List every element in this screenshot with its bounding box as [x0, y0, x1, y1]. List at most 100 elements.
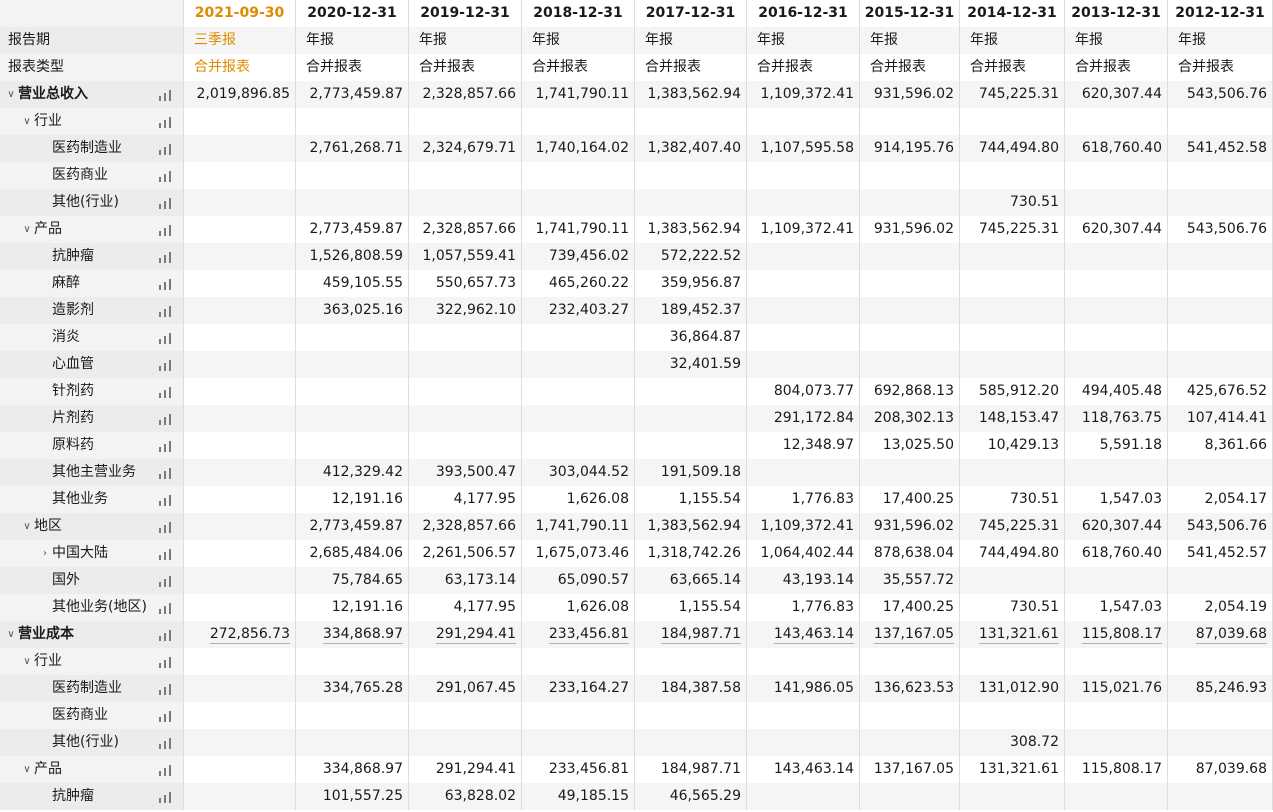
data-cell[interactable]: 合并报表 — [860, 54, 960, 81]
bar-chart-icon[interactable] — [158, 251, 174, 263]
data-cell[interactable]: 2,773,459.87 — [296, 216, 409, 243]
data-cell[interactable] — [860, 243, 960, 270]
data-cell[interactable]: 49,185.15 — [522, 783, 635, 810]
data-cell[interactable] — [296, 729, 409, 756]
data-cell[interactable]: 85,246.93 — [1168, 675, 1273, 702]
data-cell[interactable]: 合并报表 — [522, 54, 635, 81]
column-header-2018-12-31[interactable]: 2018-12-31 — [522, 0, 635, 27]
data-cell[interactable]: 543,506.76 — [1168, 216, 1273, 243]
data-cell[interactable] — [184, 405, 296, 432]
bar-chart-icon[interactable] — [158, 548, 174, 560]
data-cell[interactable]: 32,401.59 — [635, 351, 747, 378]
column-header-2020-12-31[interactable]: 2020-12-31 — [296, 0, 409, 27]
data-cell[interactable] — [1065, 567, 1168, 594]
data-cell[interactable] — [747, 783, 860, 810]
data-cell[interactable]: 291,067.45 — [409, 675, 522, 702]
data-cell[interactable]: 189,452.37 — [635, 297, 747, 324]
data-cell[interactable]: 1,383,562.94 — [635, 513, 747, 540]
data-cell[interactable] — [409, 648, 522, 675]
data-cell[interactable]: 334,765.28 — [296, 675, 409, 702]
data-cell[interactable] — [184, 432, 296, 459]
data-cell[interactable] — [1168, 270, 1273, 297]
table-row[interactable]: ∨ 营业总收入 2,019,896.85 2,773,459.87 2,328,857.… — [0, 81, 1273, 108]
data-cell[interactable]: 1,675,073.46 — [522, 540, 635, 567]
data-cell[interactable]: 12,191.16 — [296, 486, 409, 513]
data-cell[interactable]: 5,591.18 — [1065, 432, 1168, 459]
column-header-2014-12-31[interactable]: 2014-12-31 — [960, 0, 1065, 27]
data-cell[interactable]: 4,177.95 — [409, 594, 522, 621]
bar-chart-icon[interactable] — [158, 197, 174, 209]
data-cell[interactable]: 745,225.31 — [960, 513, 1065, 540]
data-cell[interactable]: 744,494.80 — [960, 135, 1065, 162]
data-cell[interactable] — [409, 324, 522, 351]
data-cell[interactable] — [635, 189, 747, 216]
table-row[interactable]: 消炎 36,864.87 — [0, 324, 1273, 351]
data-cell[interactable] — [409, 162, 522, 189]
data-cell[interactable] — [960, 702, 1065, 729]
data-cell[interactable] — [860, 729, 960, 756]
data-cell[interactable]: 87,039.68 — [1168, 621, 1273, 648]
column-header-2013-12-31[interactable]: 2013-12-31 — [1065, 0, 1168, 27]
collapse-toggle-icon[interactable]: ∨ — [20, 513, 34, 540]
data-cell[interactable] — [860, 162, 960, 189]
column-header-2015-12-31[interactable]: 2015-12-31 — [860, 0, 960, 27]
table-row[interactable]: 其他主营业务 412,329.42 393,500.47 303,044.52 191,… — [0, 459, 1273, 486]
data-cell[interactable]: 2,324,679.71 — [409, 135, 522, 162]
data-cell[interactable] — [960, 567, 1065, 594]
data-cell[interactable]: 2,054.17 — [1168, 486, 1273, 513]
data-cell[interactable] — [409, 702, 522, 729]
data-cell[interactable]: 年报 — [635, 27, 747, 54]
data-cell[interactable] — [1065, 324, 1168, 351]
data-cell[interactable]: 291,294.41 — [409, 621, 522, 648]
data-cell[interactable]: 543,506.76 — [1168, 513, 1273, 540]
data-cell[interactable] — [1065, 270, 1168, 297]
bar-chart-icon[interactable] — [158, 143, 174, 155]
table-row[interactable]: 片剂药 291,172.84 208,302.13 148,153.47 118,763… — [0, 405, 1273, 432]
data-cell[interactable] — [184, 324, 296, 351]
data-cell[interactable] — [409, 432, 522, 459]
data-cell[interactable]: 年报 — [747, 27, 860, 54]
data-cell[interactable]: 459,105.55 — [296, 270, 409, 297]
table-row[interactable]: 医药制造业 334,765.28 291,067.45 233,164.27 184,3… — [0, 675, 1273, 702]
data-cell[interactable]: 1,547.03 — [1065, 594, 1168, 621]
data-cell[interactable] — [635, 702, 747, 729]
data-cell[interactable] — [1065, 702, 1168, 729]
data-cell[interactable] — [747, 729, 860, 756]
data-cell[interactable]: 303,044.52 — [522, 459, 635, 486]
bar-chart-icon[interactable] — [158, 710, 174, 722]
data-cell[interactable]: 931,596.02 — [860, 81, 960, 108]
data-cell[interactable] — [960, 108, 1065, 135]
bar-chart-icon[interactable] — [158, 629, 174, 641]
data-cell[interactable] — [1168, 702, 1273, 729]
data-cell[interactable] — [184, 378, 296, 405]
table-row[interactable]: 医药商业 — [0, 702, 1273, 729]
table-row[interactable]: 报表类型 合并报表 合并报表 合并报表 合并报表 合并报表 合并报表 合并报表 合并报表 合并报表… — [0, 54, 1273, 81]
data-cell[interactable] — [1065, 783, 1168, 810]
data-cell[interactable]: 148,153.47 — [960, 405, 1065, 432]
data-cell[interactable] — [296, 162, 409, 189]
data-cell[interactable]: 17,400.25 — [860, 486, 960, 513]
data-cell[interactable]: 115,808.17 — [1065, 621, 1168, 648]
data-cell[interactable]: 年报 — [296, 27, 409, 54]
data-cell[interactable]: 131,321.61 — [960, 621, 1065, 648]
data-cell[interactable] — [747, 324, 860, 351]
bar-chart-icon[interactable] — [158, 494, 174, 506]
data-cell[interactable]: 1,526,808.59 — [296, 243, 409, 270]
data-cell[interactable] — [296, 405, 409, 432]
data-cell[interactable] — [860, 297, 960, 324]
table-row[interactable]: 其他业务(地区) 12,191.16 4,177.95 1,626.08 1,155.5… — [0, 594, 1273, 621]
data-cell[interactable] — [860, 351, 960, 378]
bar-chart-icon[interactable] — [158, 764, 174, 776]
data-cell[interactable]: 年报 — [860, 27, 960, 54]
data-cell[interactable] — [1168, 567, 1273, 594]
data-cell[interactable]: 620,307.44 — [1065, 513, 1168, 540]
table-row[interactable]: 其他(行业) 308.72 — [0, 729, 1273, 756]
data-cell[interactable] — [747, 270, 860, 297]
data-cell[interactable]: 465,260.22 — [522, 270, 635, 297]
data-cell[interactable]: 1,109,372.41 — [747, 513, 860, 540]
bar-chart-icon[interactable] — [158, 602, 174, 614]
data-cell[interactable]: 36,864.87 — [635, 324, 747, 351]
data-cell[interactable] — [860, 108, 960, 135]
data-cell[interactable] — [635, 162, 747, 189]
data-cell[interactable] — [960, 648, 1065, 675]
